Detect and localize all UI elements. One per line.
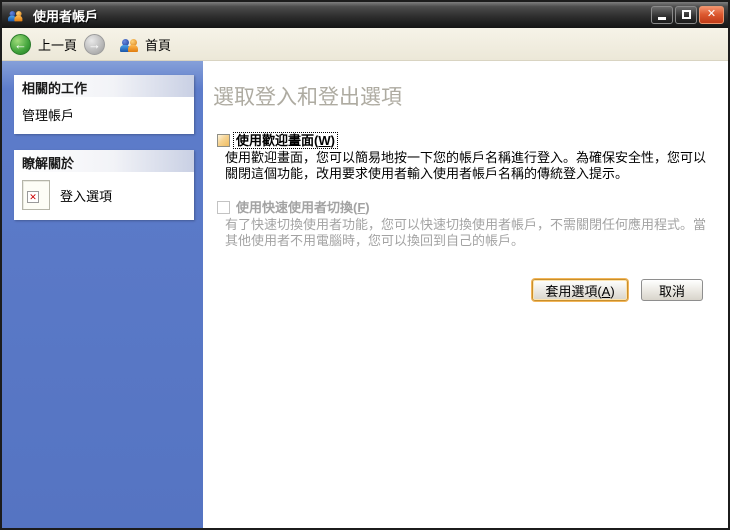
home-people-icon xyxy=(120,36,140,52)
window-body: 相關的工作 管理帳戶 瞭解關於 ✕ 登入選項 選取登入和登出選項 使用歡迎畫面(… xyxy=(2,61,728,528)
home-button-label: 首頁 xyxy=(145,37,172,53)
fast-user-switching-description: 有了快速切換使用者功能，您可以快速切換使用者帳戶，不需關閉任何應用程式。當其他使… xyxy=(225,217,707,248)
learn-about-header: 瞭解關於 xyxy=(14,150,194,172)
forward-icon: → xyxy=(84,33,106,55)
related-tasks-header: 相關的工作 xyxy=(14,75,194,97)
sidebar-item-logon-options[interactable]: ✕ 登入選項 xyxy=(20,178,188,212)
action-buttons: 套用選項(A) 取消 xyxy=(213,279,715,301)
fast-user-switching-label: 使用快速使用者切換(F) xyxy=(236,200,370,215)
main-panel: 選取登入和登出選項 使用歡迎畫面(W) 使用歡迎畫面，您可以簡易地按一下您的帳戶… xyxy=(203,61,728,528)
title-bar: 使用者帳戶 ✕ xyxy=(2,2,728,28)
sidebar: 相關的工作 管理帳戶 瞭解關於 ✕ 登入選項 xyxy=(2,61,203,528)
user-accounts-window: 使用者帳戶 ✕ ← 上一頁 → 首頁 相關的工作 管理帳戶 瞭解關於 ✕ 登入選… xyxy=(0,0,730,530)
welcome-screen-label[interactable]: 使用歡迎畫面(W) xyxy=(233,132,338,149)
welcome-screen-checkbox[interactable] xyxy=(217,134,230,147)
learn-about-body: ✕ 登入選項 xyxy=(14,172,194,220)
related-tasks-box: 相關的工作 管理帳戶 xyxy=(14,75,194,134)
user-accounts-icon xyxy=(8,9,24,22)
related-tasks-body: 管理帳戶 xyxy=(14,97,194,134)
maximize-button[interactable] xyxy=(675,6,697,24)
sidebar-item-label: 登入選項 xyxy=(60,188,113,204)
page-title: 選取登入和登出選項 xyxy=(213,86,402,109)
back-icon[interactable]: ← xyxy=(10,33,31,55)
minimize-button[interactable] xyxy=(651,6,673,24)
broken-image-icon: ✕ xyxy=(22,180,50,210)
cancel-button[interactable]: 取消 xyxy=(641,279,703,301)
learn-about-box: 瞭解關於 ✕ 登入選項 xyxy=(14,150,194,220)
option-welcome-screen: 使用歡迎畫面(W) 使用歡迎畫面，您可以簡易地按一下您的帳戶名稱進行登入。為確保… xyxy=(217,132,715,182)
fast-user-switching-checkbox xyxy=(217,201,230,214)
back-button-label[interactable]: 上一頁 xyxy=(38,35,77,54)
welcome-screen-description: 使用歡迎畫面，您可以簡易地按一下您的帳戶名稱進行登入。為確保安全性，您可以關閉這… xyxy=(225,150,707,181)
home-button[interactable]: 首頁 xyxy=(120,35,171,54)
window-title: 使用者帳戶 xyxy=(33,8,99,24)
sidebar-item-manage-accounts[interactable]: 管理帳戶 xyxy=(20,103,188,126)
option-fast-user-switching: 使用快速使用者切換(F) 有了快速切換使用者功能，您可以快速切換使用者帳戶，不需… xyxy=(217,200,715,249)
apply-options-button[interactable]: 套用選項(A) xyxy=(532,279,628,301)
close-button[interactable]: ✕ xyxy=(699,6,724,24)
navigation-toolbar: ← 上一頁 → 首頁 xyxy=(2,28,728,61)
window-controls: ✕ xyxy=(651,6,724,24)
